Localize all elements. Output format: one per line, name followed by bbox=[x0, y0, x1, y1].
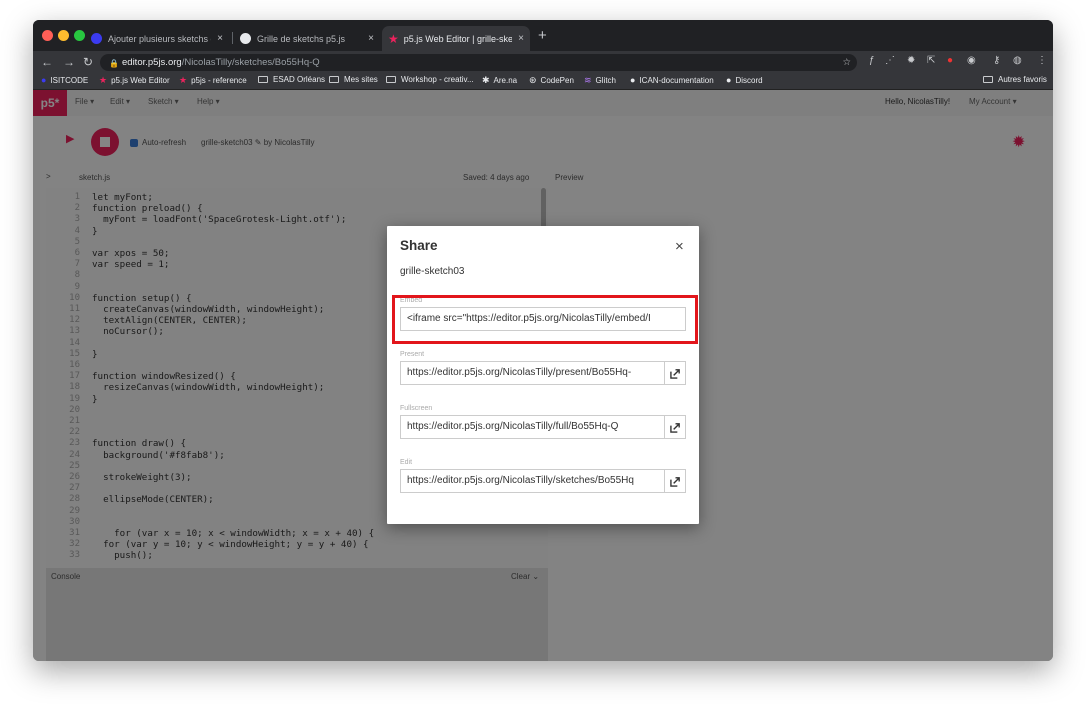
bookmark-codepen[interactable]: ⊛ CodePen bbox=[529, 75, 574, 86]
url-path: /NicolasTilly/sketches/Bo55Hq-Q bbox=[181, 57, 320, 68]
bookmark-workshop[interactable]: Workshop - creativ... bbox=[386, 75, 474, 84]
close-icon[interactable]: × bbox=[675, 238, 684, 255]
menu-dots-icon[interactable]: ⋮ bbox=[1037, 55, 1047, 66]
address-bar[interactable]: 🔒 editor.p5js.org/NicolasTilly/sketches/… bbox=[100, 54, 857, 71]
minimize-window-button[interactable] bbox=[58, 30, 69, 41]
open-external-icon bbox=[670, 477, 680, 487]
tab-title: Grille de sketchs p5.js bbox=[257, 33, 346, 44]
forward-icon[interactable]: → bbox=[63, 55, 75, 69]
bookmark-discord[interactable]: ● Discord bbox=[726, 75, 763, 85]
fullscreen-label: Fullscreen bbox=[400, 405, 433, 412]
ublock-icon[interactable]: ● bbox=[947, 55, 953, 66]
browser-toolbar: ← → ↻ 🔒 editor.p5js.org/NicolasTilly/ske… bbox=[33, 51, 1053, 73]
present-open-button[interactable] bbox=[665, 361, 686, 385]
bookmark-other[interactable]: Autres favoris bbox=[983, 75, 1047, 84]
modal-title: Share bbox=[400, 238, 438, 253]
circle-blue-icon bbox=[91, 33, 102, 44]
puzzle-icon[interactable]: ✹ bbox=[907, 55, 915, 66]
open-external-icon bbox=[670, 369, 680, 379]
bookmark-ican[interactable]: ● ICAN-documentation bbox=[630, 75, 714, 85]
tab-3-active[interactable]: ★ p5.js Web Editor | grille-sketch0 × bbox=[382, 26, 530, 51]
bookmark-glitch[interactable]: ≋ Glitch bbox=[584, 75, 616, 86]
key-icon[interactable]: ⚷ bbox=[993, 55, 1000, 66]
bookmark-esad[interactable]: ESAD Orléans bbox=[258, 75, 325, 84]
tab-title: Ajouter plusieurs sketchs dans u bbox=[108, 33, 211, 44]
present-field[interactable]: https://editor.p5js.org/NicolasTilly/pre… bbox=[400, 361, 665, 385]
sketch-title: grille-sketch03 bbox=[400, 266, 465, 277]
fullscreen-open-button[interactable] bbox=[665, 415, 686, 439]
reload-icon[interactable]: ↻ bbox=[83, 55, 93, 69]
bookmark-p5-reference[interactable]: ★ p5js - reference bbox=[179, 75, 247, 86]
share-modal: Share × grille-sketch03 Embed <iframe sr… bbox=[387, 226, 699, 524]
open-external-icon bbox=[670, 423, 680, 433]
close-tab-icon[interactable]: × bbox=[217, 33, 223, 44]
eye-icon[interactable]: ◉ bbox=[967, 55, 976, 66]
bookmark-mes-sites[interactable]: Mes sites bbox=[329, 75, 378, 84]
close-tab-icon[interactable]: × bbox=[368, 33, 374, 44]
edit-field[interactable]: https://editor.p5js.org/NicolasTilly/ske… bbox=[400, 469, 665, 493]
fullscreen-field[interactable]: https://editor.p5js.org/NicolasTilly/ful… bbox=[400, 415, 665, 439]
annotation-highlight-box bbox=[392, 295, 698, 344]
maximize-window-button[interactable] bbox=[74, 30, 85, 41]
star-bookmark-icon[interactable]: ☆ bbox=[842, 54, 851, 71]
profile-avatar[interactable]: ◍ bbox=[1013, 55, 1022, 66]
bookmark-isitcode[interactable]: ● ISITCODE bbox=[41, 75, 88, 85]
extension-icon[interactable]: ⋰ bbox=[885, 55, 895, 66]
close-window-button[interactable] bbox=[42, 30, 53, 41]
present-label: Present bbox=[400, 351, 425, 358]
function-icon[interactable]: ƒ bbox=[869, 55, 875, 66]
tab-2[interactable]: Grille de sketchs p5.js × bbox=[234, 26, 380, 51]
tab-1[interactable]: Ajouter plusieurs sketchs dans u × bbox=[85, 26, 229, 51]
cursor-icon[interactable]: ⇱ bbox=[927, 55, 935, 66]
bookmarks-bar: ● ISITCODE ★ p5.js Web Editor ★ p5js - refe… bbox=[33, 73, 1053, 90]
back-icon[interactable]: ← bbox=[41, 55, 53, 69]
edit-label: Edit bbox=[400, 459, 413, 466]
bookmark-arena[interactable]: ✱ Are.na bbox=[482, 75, 517, 86]
lock-icon: 🔒 bbox=[109, 59, 119, 68]
new-tab-button[interactable]: + bbox=[538, 27, 547, 44]
tab-title: p5.js Web Editor | grille-sketch0 bbox=[403, 33, 513, 44]
tab-bar: Ajouter plusieurs sketchs dans u × Grill… bbox=[33, 20, 1053, 51]
github-icon bbox=[240, 33, 251, 44]
bookmark-p5-editor[interactable]: ★ p5.js Web Editor bbox=[99, 75, 170, 86]
url-host: editor.p5js.org bbox=[122, 57, 182, 68]
edit-open-button[interactable] bbox=[665, 469, 686, 493]
close-tab-icon[interactable]: × bbox=[518, 33, 524, 44]
p5-star-icon: ★ bbox=[388, 31, 399, 46]
